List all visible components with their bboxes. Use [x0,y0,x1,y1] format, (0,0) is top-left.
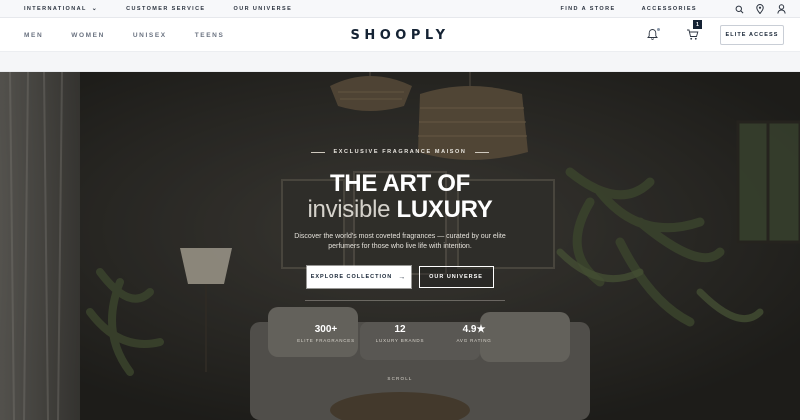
user-icon[interactable] [776,4,786,14]
our-universe-button[interactable]: OUR UNIVERSE [418,266,494,288]
hero-stats: 300+ ELITE FRAGRANCES 12 LUXURY BRANDS 4… [0,324,800,343]
hero-title-bold-word: LUXURY [396,196,493,223]
cart-button[interactable]: 1 [686,20,702,42]
stat-label: ELITE FRAGRANCES [297,338,355,343]
location-icon[interactable] [755,4,765,14]
hero-title-light-word: invisible [307,196,391,223]
stat-value: 4.9★ [462,324,486,335]
utility-bar: INTERNATIONAL ⌄ CUSTOMER SERVICE OUR UNI… [0,0,800,18]
explore-collection-button[interactable]: EXPLORE COLLECTION → [306,266,411,288]
hero-eyebrow: EXCLUSIVE FRAGRANCE MAISON [0,149,800,155]
eyebrow-rule-left [310,151,325,153]
cart-count-badge: 1 [693,20,702,29]
hero-title-line2: invisible LUXURY [0,196,800,224]
announcement-strip [0,52,800,72]
stat-label: LUXURY BRANDS [375,338,425,343]
nav-item-men[interactable]: MEN [24,32,43,39]
nav-item-women[interactable]: WOMEN [71,32,105,39]
brand-logo[interactable]: SHOOPLY [350,28,449,43]
search-icon[interactable] [734,4,744,14]
explore-collection-label: EXPLORE COLLECTION [310,274,393,280]
stat-fragrances: 300+ ELITE FRAGRANCES [295,324,357,343]
stat-rating: 4.9★ AVG RATING [443,324,505,343]
nav-item-unisex[interactable]: UNISEX [133,32,167,39]
hero-cta-row: EXPLORE COLLECTION → OUR UNIVERSE [0,266,800,288]
cart-icon [687,29,699,40]
main-nav: MEN WOMEN UNISEX TEENS SHOOPLY 1 ELITE A… [0,18,800,52]
scroll-indicator[interactable]: SCROLL [0,376,800,381]
hero-title-line1: THE ART OF [329,170,471,197]
hero-section: EXCLUSIVE FRAGRANCE MAISON THE ART OF in… [0,72,800,420]
stat-brands: 12 LUXURY BRANDS [369,324,431,343]
customer-service-label: CUSTOMER SERVICE [126,5,206,12]
page: INTERNATIONAL ⌄ CUSTOMER SERVICE OUR UNI… [0,0,800,420]
our-universe-link[interactable]: OUR UNIVERSE [234,6,293,12]
eyebrow-text: EXCLUSIVE FRAGRANCE MAISON [333,149,467,155]
eyebrow-rule-right [475,151,490,153]
stat-label: AVG RATING [456,338,492,343]
our-universe-label: OUR UNIVERSE [233,5,293,12]
notification-button[interactable] [646,28,660,42]
stat-value: 12 [394,324,406,335]
notification-dot [657,28,660,31]
hero-divider [305,300,505,301]
chevron-down-icon: ⌄ [91,6,99,12]
hero-subtitle: Discover the world's most coveted fragra… [294,233,506,250]
find-store-link[interactable]: FIND A STORE [560,6,615,12]
customer-service-link[interactable]: CUSTOMER SERVICE [126,6,205,12]
nav-item-teens[interactable]: TEENS [195,32,225,39]
elite-access-button[interactable]: ELITE ACCESS [720,25,784,45]
region-selector[interactable]: INTERNATIONAL ⌄ [24,5,99,13]
stat-value: 300+ [314,324,338,335]
region-label: INTERNATIONAL [24,5,87,12]
accessories-link[interactable]: ACCESSORIES [642,6,697,12]
arrow-right-icon: → [398,273,407,281]
